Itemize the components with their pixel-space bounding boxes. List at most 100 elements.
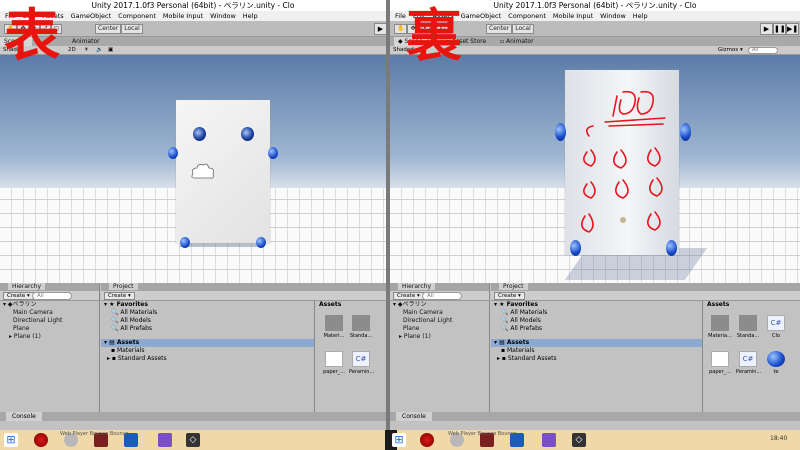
left-hand-sphere [555, 123, 566, 141]
project-create-button[interactable]: Create ▾ [494, 292, 525, 300]
project-create-button[interactable]: Create ▾ [104, 292, 135, 300]
asset-tile-clo[interactable]: C# Clo [764, 315, 788, 339]
play-icon[interactable]: ▶ [760, 23, 773, 35]
tab-project[interactable]: Project [109, 283, 138, 290]
scene-search-input[interactable]: All [748, 47, 778, 54]
assets-folder-header[interactable]: ▾ ▤ Assets [101, 339, 314, 347]
menu-mobile-input[interactable]: Mobile Input [163, 11, 203, 21]
tab-console[interactable]: Console [396, 412, 432, 421]
asset-tile-materials[interactable]: Materi... [322, 315, 346, 339]
left-eye-icon [193, 127, 206, 141]
asset-tile-paper[interactable]: paper_... [708, 351, 732, 375]
play-icon[interactable]: ▶ [374, 23, 386, 35]
hierarchy-item-plane[interactable]: Plane [393, 325, 489, 333]
folder-standard-assets[interactable]: ▸ ▪ Standard Assets [101, 355, 314, 363]
scene-effects-icon[interactable]: ▣ [108, 46, 113, 54]
folder-icon [711, 315, 729, 331]
hierarchy-search-input[interactable]: All [422, 292, 462, 300]
unity-app-icon[interactable]: ◇ [572, 433, 586, 447]
folder-materials[interactable]: ▪ Materials [491, 347, 702, 355]
folder-icon [352, 315, 370, 331]
tab-animator[interactable]: ▫ Animator [496, 37, 538, 46]
screenshot-root: Unity 2017.1.0f3 Personal (64bit) - ペラリン… [0, 0, 800, 450]
menu-component[interactable]: Component [118, 11, 156, 21]
tab-animator[interactable]: Animator [68, 37, 104, 46]
step-icon[interactable]: ▶❚ [786, 23, 799, 35]
asset-tile-standard[interactable]: Standa... [349, 315, 373, 339]
menu-window[interactable]: Window [210, 11, 236, 21]
hierarchy-item-plane-1[interactable]: ▸ Plane (1) [3, 333, 99, 341]
scene-viewport-back[interactable] [390, 55, 800, 283]
assets-view-header: Assets [707, 301, 730, 308]
asset-tile-peramin[interactable]: C# Peramin... [349, 351, 374, 375]
fav-all-materials[interactable]: 🔍 All Materials [491, 309, 702, 317]
hierarchy-root[interactable]: ▾ ◆ペラリン [3, 301, 99, 309]
menu-file[interactable]: File [395, 11, 406, 21]
local-button[interactable]: Local [512, 24, 534, 34]
project-assets-view: Assets Materia... Standa... C# Clo paper_… [704, 301, 800, 421]
windows-start-icon[interactable]: ⊞ [392, 433, 406, 447]
hierarchy-item-main-camera[interactable]: Main Camera [3, 309, 99, 317]
fav-all-prefabs[interactable]: 🔍 All Prefabs [101, 325, 314, 333]
folder-standard-assets[interactable]: ▸ ▪ Standard Assets [491, 355, 702, 363]
hierarchy-root[interactable]: ▾ ◆ペラリン [393, 301, 489, 309]
scene-audio-icon[interactable]: 🔈 [96, 46, 103, 54]
fav-all-materials[interactable]: 🔍 All Materials [101, 309, 314, 317]
hierarchy-search-input[interactable]: All [32, 292, 72, 300]
csharp-script-icon: C# [767, 315, 785, 331]
pause-icon[interactable]: ❚❚ [773, 23, 786, 35]
menu-component[interactable]: Component [508, 11, 546, 21]
tab-hierarchy[interactable]: Hierarchy [8, 283, 46, 290]
hierarchy-item-directional-light[interactable]: Directional Light [393, 317, 489, 325]
hierarchy-item-main-camera[interactable]: Main Camera [393, 309, 489, 317]
visual-studio-icon[interactable] [158, 433, 172, 447]
hierarchy-create-button[interactable]: Create ▾ [3, 292, 34, 300]
project-folder-tree: ▾ ★ Favorites 🔍 All Materials 🔍 All Mode… [491, 301, 703, 421]
menu-window[interactable]: Window [600, 11, 626, 21]
console-bar: Console [390, 412, 800, 421]
asset-tile-peramin[interactable]: C# Peramin... [736, 351, 761, 375]
folder-materials[interactable]: ▪ Materials [101, 347, 314, 355]
menu-gameobject[interactable]: GameObject [461, 11, 502, 21]
windows-start-icon[interactable]: ⊞ [4, 433, 18, 447]
visual-studio-icon[interactable] [542, 433, 556, 447]
unity-window-back: Unity 2017.1.0f3 Personal (64bit) - ペラリン… [390, 0, 800, 430]
hierarchy-item-plane-1[interactable]: ▸ Plane (1) [393, 333, 489, 341]
asset-tile-standard[interactable]: Standa... [736, 315, 760, 339]
favorites-header[interactable]: ▾ ★ Favorites [491, 301, 702, 309]
fav-all-models[interactable]: 🔍 All Models [491, 317, 702, 325]
hierarchy-item-plane[interactable]: Plane [3, 325, 99, 333]
gizmos-dropdown[interactable]: Gizmos ▾ [718, 46, 743, 54]
tab-console[interactable]: Console [6, 412, 42, 421]
hierarchy-panel: Hierarchy Create ▾ All ▾ ◆ペラリン Main Came… [390, 283, 490, 421]
record-app-icon[interactable] [420, 433, 434, 447]
fav-all-models[interactable]: 🔍 All Models [101, 317, 314, 325]
record-app-icon[interactable] [34, 433, 48, 447]
asset-tile-materials[interactable]: Materia... [708, 315, 732, 339]
mode-2d-toggle[interactable]: 2D [68, 46, 76, 54]
hierarchy-item-directional-light[interactable]: Directional Light [3, 317, 99, 325]
assets-folder-header[interactable]: ▾ ▤ Assets [491, 339, 702, 347]
menu-help[interactable]: Help [633, 11, 648, 21]
csharp-script-icon: C# [739, 351, 757, 367]
tab-hierarchy[interactable]: Hierarchy [398, 283, 436, 290]
center-button[interactable]: Center [486, 24, 513, 34]
menu-help[interactable]: Help [243, 11, 258, 21]
asset-tile-te[interactable]: te [764, 351, 788, 375]
scene-viewport-front[interactable] [0, 55, 386, 283]
scene-lighting-icon[interactable]: ☀ [84, 46, 89, 54]
favorites-header[interactable]: ▾ ★ Favorites [101, 301, 314, 309]
unity-app-icon[interactable]: ◇ [186, 433, 200, 447]
tab-project[interactable]: Project [499, 283, 528, 290]
asset-tile-paper[interactable]: paper_... [322, 351, 346, 375]
hierarchy-create-button[interactable]: Create ▾ [393, 292, 424, 300]
fav-all-prefabs[interactable]: 🔍 All Prefabs [491, 325, 702, 333]
center-button[interactable]: Center [95, 24, 122, 34]
assets-view-header: Assets [319, 301, 342, 308]
menu-mobile-input[interactable]: Mobile Input [553, 11, 593, 21]
local-button[interactable]: Local [121, 24, 143, 34]
menu-gameobject[interactable]: GameObject [71, 11, 112, 21]
taskbar-caption-left: Web Player Bounce Bounce [60, 431, 129, 437]
folder-icon [739, 315, 757, 331]
front-label: 表 [4, 3, 60, 69]
